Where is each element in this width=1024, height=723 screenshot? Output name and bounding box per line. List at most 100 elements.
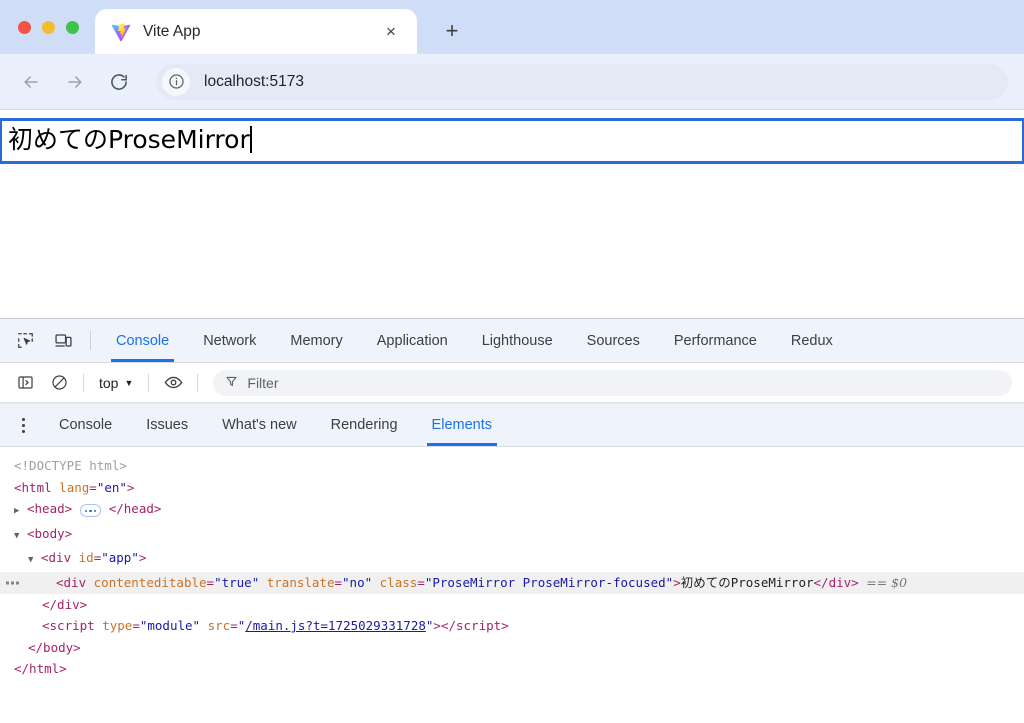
script-tag: <script: [42, 618, 95, 634]
body-close-tag: </body>: [28, 639, 81, 655]
console-filter-input[interactable]: Filter: [213, 369, 1012, 396]
browser-toolbar: localhost:5173: [0, 54, 1024, 110]
head-close-tag: </head>: [108, 501, 162, 517]
window-minimize-button[interactable]: [42, 20, 55, 34]
collapse-arrow-icon[interactable]: ▼: [14, 526, 25, 548]
pm-attr-class-value: "ProseMirror ProseMirror-focused": [424, 574, 674, 590]
pm-div-tag: <div: [56, 574, 87, 590]
devtools-tab-memory[interactable]: Memory: [273, 319, 359, 362]
window-close-button[interactable]: [18, 20, 31, 34]
devtools-tab-network[interactable]: Network: [186, 319, 273, 362]
kebab-menu-icon[interactable]: [4, 404, 42, 446]
div-app-bracket: >: [138, 550, 147, 566]
prosemirror-content: 初めてのProseMirror: [8, 125, 250, 154]
console-toolbar: top ▼ Filter: [0, 363, 1024, 403]
devtools-tab-performance[interactable]: Performance: [657, 319, 774, 362]
drawer-tab-whats-new[interactable]: What's new: [205, 404, 314, 446]
html-tag-name: <html: [14, 479, 52, 495]
script-src-attr: src: [207, 618, 231, 634]
devtools-drawer-tabbar: Console Issues What's new Rendering Elem…: [0, 403, 1024, 447]
devtools-tab-application[interactable]: Application: [360, 319, 465, 362]
window-maximize-button[interactable]: [66, 20, 79, 34]
browser-tabstrip: Vite App × +: [0, 0, 1024, 54]
browser-tab-vite-app[interactable]: Vite App ×: [95, 9, 417, 54]
script-close-tag: </script>: [440, 618, 509, 634]
div-app-close-tag: </div>: [42, 596, 88, 612]
pm-close-tag: </div>: [813, 574, 859, 590]
console-context-value: top: [99, 374, 119, 391]
devtools-panel: Console Network Memory Application Light…: [0, 318, 1024, 723]
dom-row-div-app[interactable]: ▼ <div id="app">: [0, 547, 1024, 572]
dom-row-head[interactable]: ▶ <head> </head>: [0, 498, 1024, 523]
pm-attr-class-name: class: [379, 574, 418, 590]
pm-attr-translate-value: "no": [342, 574, 373, 590]
drawer-tab-rendering[interactable]: Rendering: [314, 404, 415, 446]
address-bar[interactable]: localhost:5173: [156, 63, 1008, 100]
div-app-id-value: "app": [101, 550, 139, 566]
selected-node-marker: == $0: [866, 574, 908, 590]
console-divider-2: [148, 373, 150, 392]
script-type-attr: type: [102, 618, 133, 634]
script-type-value: "module": [139, 618, 201, 634]
drawer-tab-issues[interactable]: Issues: [129, 404, 205, 446]
dom-row-doctype[interactable]: <!DOCTYPE html>: [0, 455, 1024, 477]
script-src-link[interactable]: /main.js?t=1725029331728: [245, 618, 426, 633]
console-context-selector[interactable]: top ▼: [91, 375, 141, 391]
collapsed-children-icon[interactable]: [79, 504, 102, 518]
forward-icon[interactable]: [58, 65, 92, 99]
devtools-tab-console[interactable]: Console: [99, 319, 186, 362]
dom-row-html-open[interactable]: <html lang="en">: [0, 477, 1024, 499]
dom-row-prosemirror-selected[interactable]: <div contenteditable="true" translate="n…: [0, 571, 1024, 594]
console-sidebar-icon[interactable]: [8, 368, 42, 398]
drawer-tab-console[interactable]: Console: [42, 404, 129, 446]
devtools-tab-redux[interactable]: Redux: [774, 319, 850, 362]
new-tab-button[interactable]: +: [435, 14, 469, 48]
back-icon[interactable]: [14, 65, 48, 99]
inspect-element-icon[interactable]: [6, 319, 44, 362]
filter-funnel-icon: [225, 375, 238, 391]
collapse-arrow-icon[interactable]: ▼: [28, 550, 39, 572]
head-open-tag: <head>: [27, 501, 73, 517]
dom-tree[interactable]: <!DOCTYPE html> <html lang="en"> ▶ <head>…: [0, 447, 1024, 723]
text-caret: [249, 126, 252, 153]
dom-row-div-close[interactable]: </div>: [0, 594, 1024, 616]
toolbar-divider: [90, 331, 91, 350]
console-divider-1: [83, 373, 84, 392]
devtools-tab-lighthouse[interactable]: Lighthouse: [465, 319, 570, 362]
html-bracket: >: [126, 479, 135, 495]
prosemirror-editor[interactable]: 初めてのProseMirror: [0, 118, 1024, 164]
pm-text-node: 初めてのProseMirror: [680, 574, 814, 590]
dom-row-body-open[interactable]: ▼ <body>: [0, 523, 1024, 548]
html-lang-attr: lang: [59, 479, 90, 495]
info-circle-icon[interactable]: [162, 67, 190, 96]
row-actions-dots-icon[interactable]: [6, 581, 19, 585]
div-app-id-attr: id: [78, 550, 94, 566]
vite-logo-icon: [111, 22, 131, 41]
device-toolbar-icon[interactable]: [44, 319, 82, 362]
pm-bracket: >: [673, 574, 681, 590]
console-divider-3: [197, 373, 199, 392]
dom-row-script[interactable]: <script type="module" src="/main.js?t=17…: [0, 615, 1024, 637]
close-icon[interactable]: ×: [379, 20, 403, 44]
clear-console-icon[interactable]: [42, 368, 76, 398]
dom-row-html-close[interactable]: </html>: [0, 658, 1024, 680]
address-bar-url: localhost:5173: [204, 72, 304, 90]
browser-tab-title: Vite App: [143, 22, 201, 40]
html-close-tag: </html>: [14, 661, 67, 677]
chevron-down-icon: ▼: [124, 377, 134, 388]
reload-icon[interactable]: [102, 65, 136, 99]
div-app-tag: <div: [41, 550, 72, 566]
doctype-text: <!DOCTYPE html>: [14, 458, 127, 473]
html-lang-value: "en": [96, 479, 127, 495]
devtools-tabbar: Console Network Memory Application Light…: [0, 319, 1024, 363]
body-open-tag: <body>: [27, 525, 73, 541]
drawer-tab-elements[interactable]: Elements: [415, 404, 509, 446]
expand-arrow-icon[interactable]: ▶: [14, 501, 25, 523]
live-expression-eye-icon[interactable]: [156, 368, 190, 398]
pm-attr-contenteditable-value: "true": [214, 574, 260, 590]
pm-attr-contenteditable-name: contenteditable: [93, 574, 207, 590]
window-traffic-lights: [18, 0, 95, 54]
dom-row-body-close[interactable]: </body>: [0, 637, 1024, 659]
pm-attr-translate-name: translate: [266, 574, 335, 590]
devtools-tab-sources[interactable]: Sources: [570, 319, 657, 362]
